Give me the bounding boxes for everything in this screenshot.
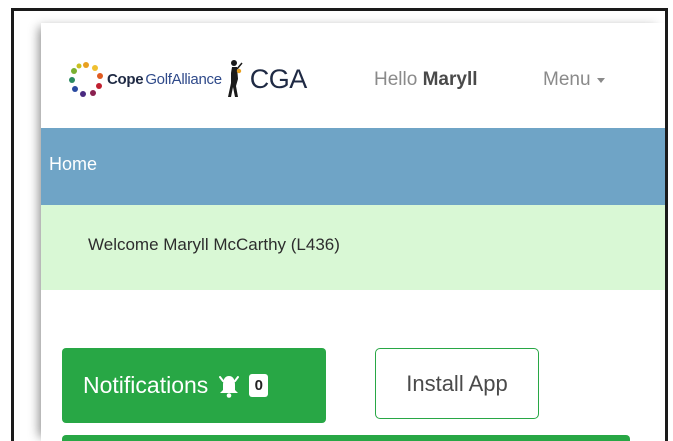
- notifications-label: Notifications: [83, 372, 209, 398]
- user-greeting: Hello Maryll: [374, 69, 478, 91]
- breadcrumb: Home: [41, 128, 665, 205]
- logo-wordmark: Cope GolfAlliance: [107, 71, 222, 88]
- greeting-username: Maryll: [422, 69, 478, 90]
- cope-logo-icon: [69, 62, 103, 97]
- chevron-down-icon: [596, 77, 605, 83]
- screenshot-frame: Cope GolfAlliance CGA Hello Maryll Menu: [11, 8, 668, 441]
- menu-label: Menu: [543, 69, 591, 90]
- next-button-edge[interactable]: [62, 435, 630, 441]
- install-app-label: Install App: [406, 370, 508, 396]
- menu-dropdown[interactable]: Menu: [543, 69, 605, 91]
- navbar: Cope GolfAlliance CGA Hello Maryll Menu: [41, 23, 665, 128]
- greeting-prefix: Hello: [374, 69, 418, 90]
- welcome-alert: Welcome Maryll McCarthy (L436): [41, 205, 665, 290]
- app-screen: Cope GolfAlliance CGA Hello Maryll Menu: [41, 23, 665, 441]
- install-app-button[interactable]: Install App: [375, 348, 539, 419]
- logo-golf-alliance-text: GolfAlliance: [145, 70, 222, 88]
- notifications-count-badge: 0: [249, 374, 269, 397]
- brand[interactable]: Cope GolfAlliance CGA: [68, 54, 307, 104]
- bell-icon: [219, 375, 240, 398]
- logo-cope-text: Cope: [107, 70, 144, 88]
- notifications-button[interactable]: Notifications 0: [62, 348, 326, 423]
- breadcrumb-home-link[interactable]: Home: [49, 154, 97, 175]
- golfer-icon: [227, 60, 243, 97]
- logo-abbreviation: CGA: [249, 63, 308, 94]
- welcome-message: Welcome Maryll McCarthy (L436): [88, 235, 340, 254]
